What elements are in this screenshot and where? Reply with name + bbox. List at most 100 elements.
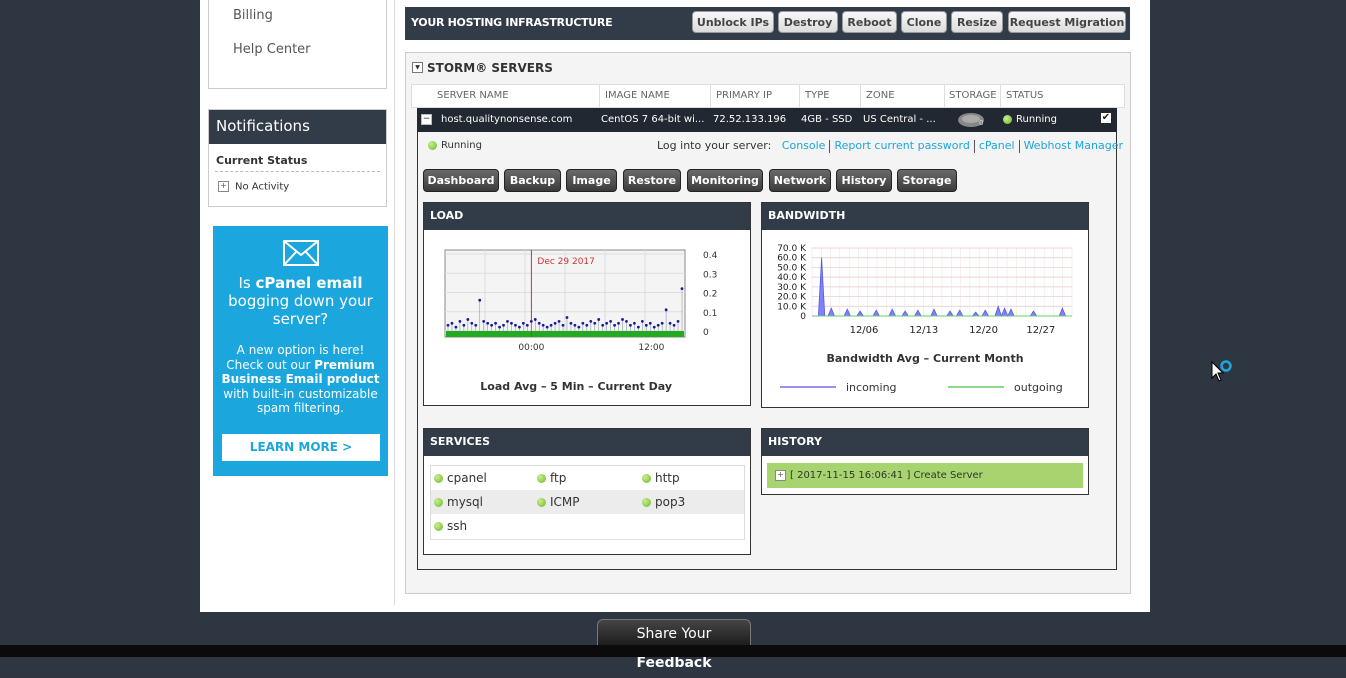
bandwidth-chart: 010.0 K20.0 K30.0 K40.0 K50.0 K60.0 K70.… <box>777 244 1073 394</box>
resize-button[interactable]: Resize <box>951 11 1003 33</box>
col-storage[interactable]: STORAGE <box>949 90 997 101</box>
ad-body-text: Check out our <box>226 357 315 372</box>
bw-y-tick: 30.0 K <box>777 283 807 293</box>
cpanel-email-ad[interactable]: Is cPanel email bogging down your server… <box>213 226 388 476</box>
history-title: HISTORY <box>762 429 1088 456</box>
expand-icon[interactable]: + <box>218 181 229 192</box>
column-separator <box>944 85 945 107</box>
request-migration-button[interactable]: Request Migration <box>1008 11 1126 33</box>
load-y-tick: 0.1 <box>703 309 717 319</box>
nav-help-center[interactable]: Help Center <box>233 42 311 57</box>
load-point <box>613 323 616 327</box>
console-link[interactable]: Console <box>782 139 826 152</box>
col-server-name[interactable]: SERVER NAME <box>437 90 509 101</box>
webhost-manager-link[interactable]: Webhost Manager <box>1024 139 1123 152</box>
report-password-link[interactable]: Report current password <box>834 139 969 152</box>
ad-body: A new option is here! Check out our Prem… <box>219 343 382 416</box>
server-name[interactable]: host.qualitynonsense.com <box>441 114 572 125</box>
left-nav: Billing Help Center <box>208 0 387 89</box>
load-point <box>609 319 613 323</box>
col-type[interactable]: TYPE <box>805 90 830 101</box>
bw-x-tick: 12/13 <box>909 325 938 336</box>
collapse-toggle-icon[interactable]: ▼ <box>412 62 423 73</box>
load-point <box>589 319 593 323</box>
bw-x-tick: 12/06 <box>850 325 879 336</box>
history-entry[interactable]: + [ 2017-11-15 16:06:41 ] Create Server <box>767 463 1083 488</box>
dashboard-button[interactable]: Dashboard <box>423 169 499 192</box>
destroy-button[interactable]: Destroy <box>778 11 838 33</box>
load-point <box>644 323 648 327</box>
server-ip: 72.52.133.196 <box>713 114 787 125</box>
server-type: 4GB - SSD <box>801 114 853 125</box>
service-name: ftp <box>550 471 567 485</box>
col-zone[interactable]: ZONE <box>866 90 895 101</box>
load-point <box>557 319 561 323</box>
load-x-tick: 00:00 <box>518 343 544 353</box>
service-ok-icon <box>642 498 651 507</box>
load-point <box>502 323 505 327</box>
load-x-tick: 12:00 <box>638 343 664 353</box>
network-button[interactable]: Network <box>769 169 831 192</box>
load-point <box>466 318 470 321</box>
expand-icon[interactable]: + <box>775 469 786 481</box>
row-checkbox[interactable]: ✔ <box>1101 113 1111 123</box>
feedback-button[interactable]: Share Your Feedback <box>597 619 751 671</box>
column-separator <box>710 85 711 107</box>
nav-billing[interactable]: Billing <box>233 8 273 23</box>
infrastructure-title: YOUR HOSTING INFRASTRUCTURE <box>411 16 613 29</box>
col-image-name[interactable]: IMAGE NAME <box>605 90 670 101</box>
storage-button[interactable]: Storage <box>897 169 957 192</box>
load-point <box>573 323 577 327</box>
services-list: cpanel ftp http mysql ICMP pop3 ssh <box>430 465 745 540</box>
backup-button[interactable]: Backup <box>504 169 561 192</box>
load-point <box>648 321 652 325</box>
service-ok-icon <box>434 498 443 507</box>
cpanel-link[interactable]: cPanel <box>979 139 1015 152</box>
load-point <box>470 321 474 325</box>
load-point <box>498 325 501 329</box>
col-primary-ip[interactable]: PRIMARY IP <box>716 90 772 101</box>
bw-y-tick: 50.0 K <box>777 263 807 273</box>
load-point <box>517 325 521 329</box>
ad-body-text: spam filtering. <box>256 401 344 415</box>
ad-headline-text: server? <box>272 310 329 328</box>
bandwidth-title: BANDWIDTH <box>762 203 1088 230</box>
history-button[interactable]: History <box>836 169 892 192</box>
reboot-button[interactable]: Reboot <box>842 11 897 33</box>
load-point <box>656 323 660 327</box>
detail-status-text: Running <box>441 140 482 151</box>
collapse-row-icon[interactable]: − <box>421 114 432 125</box>
mouse-cursor-busy-icon <box>1211 360 1232 382</box>
unblock-ips-button[interactable]: Unblock IPs <box>692 11 774 33</box>
service-ftp: ftp <box>537 471 566 485</box>
load-point <box>458 319 462 323</box>
load-point <box>640 319 644 323</box>
restore-button[interactable]: Restore <box>623 169 681 192</box>
service-name: ssh <box>447 519 468 533</box>
servers-table-header: SERVER NAME IMAGE NAME PRIMARY IP TYPE Z… <box>411 84 1125 108</box>
load-point <box>625 319 628 323</box>
service-ok-icon <box>434 474 443 483</box>
learn-more-button[interactable]: LEARN MORE > <box>222 434 380 461</box>
load-y-tick: 0.3 <box>703 270 717 280</box>
monitoring-button[interactable]: Monitoring <box>687 169 763 192</box>
load-point <box>676 319 680 323</box>
load-point <box>593 321 597 325</box>
col-status[interactable]: STATUS <box>1006 90 1044 101</box>
load-point <box>601 323 605 327</box>
clone-button[interactable]: Clone <box>901 11 947 33</box>
running-status-icon <box>428 140 437 150</box>
detail-status: Running <box>428 140 482 151</box>
server-row[interactable]: − host.qualitynonsense.com CentOS 7 64-b… <box>417 108 1117 132</box>
load-point <box>521 321 525 325</box>
notification-item[interactable]: + No Activity <box>218 181 289 193</box>
load-annotation: Dec 29 2017 <box>537 257 595 267</box>
bw-y-tick: 0 <box>800 312 806 322</box>
history-entry-text: [ 2017-11-15 16:06:41 ] Create Server <box>790 470 983 481</box>
divider <box>215 171 380 172</box>
service-cpanel: cpanel <box>434 471 487 485</box>
load-point <box>664 308 668 312</box>
image-button[interactable]: Image <box>566 169 617 192</box>
legend-outgoing: outgoing <box>1014 381 1063 394</box>
ad-body-bold: Business Email product <box>221 372 380 386</box>
